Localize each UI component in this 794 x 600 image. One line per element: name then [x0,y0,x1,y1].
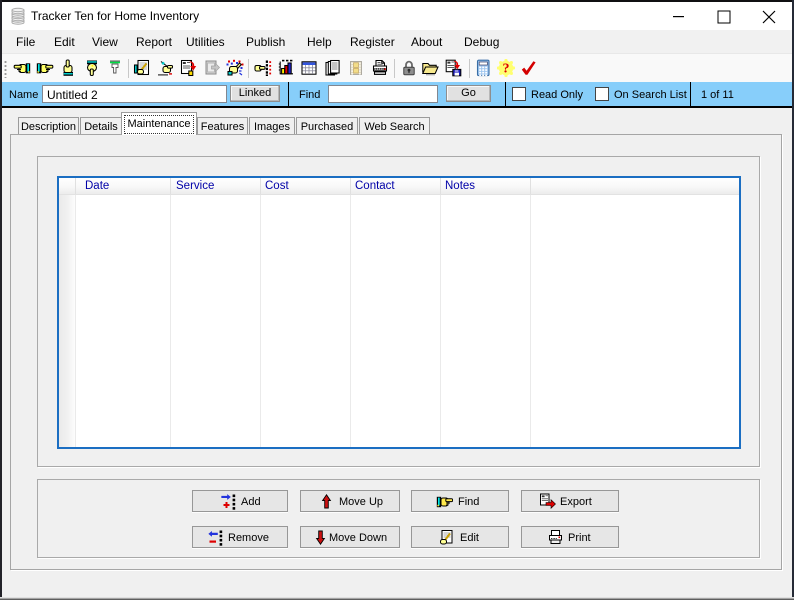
svg-text:?: ? [503,62,510,77]
